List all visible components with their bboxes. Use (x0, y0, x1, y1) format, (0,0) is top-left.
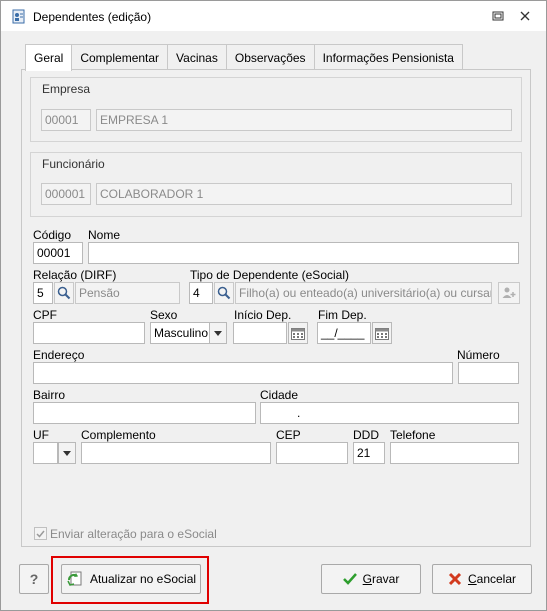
gravar-label: Gravar (362, 572, 400, 586)
calendar-icon (291, 327, 305, 340)
inicio-calendar-button[interactable] (288, 322, 308, 344)
dependentes-dialog: Dependentes (edição) Geral Complementar … (0, 0, 547, 611)
sexo-label: Sexo (150, 308, 178, 322)
codigo-input[interactable]: 00001 (33, 242, 83, 264)
sexo-dropdown-button[interactable] (209, 322, 227, 344)
ddd-label: DDD (353, 428, 379, 442)
numero-input[interactable] (458, 362, 519, 384)
cidade-label: Cidade (260, 388, 299, 402)
uf-dropdown-button[interactable] (58, 442, 76, 464)
relacao-label: Relação (DIRF) (33, 268, 117, 282)
tab-strip: Geral Complementar Vacinas Observações I… (25, 44, 463, 71)
empresa-group: Empresa 00001 EMPRESA 1 (30, 77, 522, 142)
ddd-input[interactable]: 21 (353, 442, 385, 464)
tipo-label: Tipo de Dependente (eSocial) (190, 268, 349, 282)
tipo-desc-field: Filho(a) ou enteado(a) universitário(a) … (235, 282, 492, 304)
checkmark-icon (36, 530, 45, 538)
codigo-label: Código (33, 228, 72, 242)
add-dependent-button[interactable] (498, 282, 520, 304)
tab-panel-geral: Empresa 00001 EMPRESA 1 Funcionário 0000… (21, 69, 531, 547)
chevron-down-icon (63, 450, 71, 456)
refresh-document-icon (67, 571, 82, 586)
relacao-search-button[interactable] (54, 282, 74, 304)
cpf-label: CPF (33, 308, 57, 322)
relacao-desc-field: Pensão (75, 282, 180, 304)
restore-icon[interactable] (491, 9, 505, 23)
numero-label: Número (457, 348, 500, 362)
bairro-label: Bairro (33, 388, 66, 402)
check-icon (342, 573, 357, 585)
cidade-input[interactable]: . (260, 402, 519, 424)
funcionario-code-field: 000001 (41, 183, 91, 205)
telefone-label: Telefone (390, 428, 436, 442)
cancelar-label: Cancelar (467, 572, 517, 586)
funcionario-name-field: COLABORADOR 1 (96, 183, 512, 205)
complemento-label: Complemento (81, 428, 156, 442)
fim-calendar-button[interactable] (372, 322, 392, 344)
telefone-input[interactable] (390, 442, 519, 464)
app-icon (12, 9, 25, 24)
cancel-x-icon (448, 572, 462, 586)
uf-label: UF (33, 428, 49, 442)
relacao-code-input[interactable]: 5 (33, 282, 53, 304)
add-person-icon (502, 287, 516, 298)
esocial-checkbox[interactable] (34, 527, 47, 540)
search-icon (57, 286, 71, 300)
complemento-input[interactable] (81, 442, 271, 464)
funcionario-group-label: Funcionário (42, 157, 105, 171)
help-label: ? (29, 571, 39, 587)
cep-label: CEP (276, 428, 301, 442)
cancelar-button[interactable]: Cancelar (432, 564, 532, 594)
tab-informacoes-pensionista[interactable]: Informações Pensionista (313, 44, 463, 70)
fim-date-input[interactable]: __/____ (317, 322, 371, 344)
uf-select[interactable] (33, 442, 58, 464)
endereco-label: Endereço (33, 348, 85, 362)
tab-geral[interactable]: Geral (25, 44, 73, 71)
fim-label: Fim Dep. (318, 308, 367, 322)
search-icon (217, 286, 231, 300)
nome-input[interactable] (88, 242, 519, 264)
endereco-input[interactable] (33, 362, 453, 384)
chevron-down-icon (214, 330, 222, 336)
title-bar: Dependentes (edição) (1, 1, 546, 31)
empresa-group-label: Empresa (42, 82, 91, 96)
tab-complementar[interactable]: Complementar (71, 44, 169, 70)
tipo-search-button[interactable] (214, 282, 234, 304)
help-button[interactable]: ? (19, 564, 49, 594)
inicio-date-input[interactable] (233, 322, 287, 344)
atualizar-esocial-button[interactable]: Atualizar no eSocial (61, 564, 201, 594)
funcionario-group: Funcionário 000001 COLABORADOR 1 (30, 152, 522, 217)
tab-vacinas[interactable]: Vacinas (167, 44, 227, 70)
cep-input[interactable] (276, 442, 348, 464)
close-icon[interactable] (518, 9, 532, 23)
nome-label: Nome (88, 228, 121, 242)
empresa-name-field: EMPRESA 1 (96, 109, 512, 131)
sexo-select[interactable]: Masculino (150, 322, 210, 344)
tipo-code-input[interactable]: 4 (189, 282, 213, 304)
calendar-icon (375, 327, 389, 340)
gravar-button[interactable]: Gravar (321, 564, 421, 594)
atualizar-label: Atualizar no eSocial (89, 572, 197, 586)
empresa-code-field: 00001 (41, 109, 91, 131)
esocial-checkbox-label: Enviar alteração para o eSocial (50, 527, 217, 541)
inicio-label: Início Dep. (234, 308, 292, 322)
cpf-input[interactable] (33, 322, 145, 344)
tab-observacoes[interactable]: Observações (225, 44, 315, 70)
bairro-input[interactable] (33, 402, 256, 424)
window-title: Dependentes (edição) (33, 10, 152, 24)
